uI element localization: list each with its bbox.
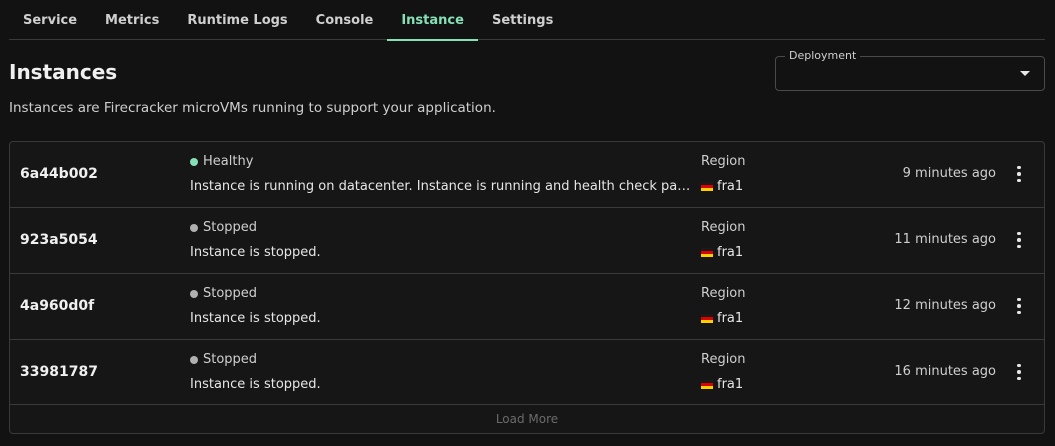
region-code: fra1 (717, 245, 744, 260)
created-time: 11 minutes ago (894, 232, 996, 247)
load-more-button[interactable]: Load More (10, 405, 1044, 433)
region-value: fra1 (701, 377, 743, 392)
tab-bar: Service Metrics Runtime Logs Console Ins… (9, 0, 1045, 41)
instance-id[interactable]: 6a44b002 (20, 166, 98, 182)
status-message: Instance is running on datacenter. Insta… (190, 179, 695, 194)
tab-settings[interactable]: Settings (478, 0, 567, 40)
created-time: 16 minutes ago (894, 364, 996, 379)
region-label: Region (701, 220, 746, 235)
status-badge: Stopped (190, 352, 257, 367)
instance-id[interactable]: 4a960d0f (20, 298, 94, 314)
caret-down-icon (1020, 71, 1030, 76)
status-message: Instance is stopped. (190, 245, 321, 260)
page-title: Instances (9, 60, 118, 84)
status-label: Stopped (203, 352, 258, 367)
status-dot-icon (190, 157, 198, 166)
status-dot-icon (190, 223, 198, 232)
region-label: Region (701, 352, 746, 367)
page-description: Instances are Firecracker microVMs runni… (9, 100, 496, 116)
region-value: fra1 (701, 179, 743, 194)
more-options-icon[interactable] (1012, 296, 1026, 316)
instance-id[interactable]: 923a5054 (20, 232, 98, 248)
instance-id[interactable]: 33981787 (20, 364, 98, 380)
status-dot-icon (190, 289, 198, 298)
status-label: Stopped (203, 286, 258, 301)
status-label: Healthy (203, 154, 254, 169)
region-code: fra1 (717, 377, 744, 392)
created-time: 9 minutes ago (902, 166, 996, 181)
status-dot-icon (190, 355, 198, 364)
table-row: 33981787 Stopped Instance is stopped. Re… (10, 340, 1044, 405)
region-value: fra1 (701, 311, 743, 326)
status-message: Instance is stopped. (190, 377, 321, 392)
region-code: fra1 (717, 179, 744, 194)
table-row: 6a44b002 Healthy Instance is running on … (10, 142, 1044, 208)
deployment-select[interactable]: Deployment (775, 49, 1045, 91)
table-row: 923a5054 Stopped Instance is stopped. Re… (10, 208, 1044, 274)
germany-flag-icon (701, 380, 713, 389)
more-options-icon[interactable] (1012, 362, 1026, 382)
region-code: fra1 (717, 311, 744, 326)
table-row: 4a960d0f Stopped Instance is stopped. Re… (10, 274, 1044, 340)
region-value: fra1 (701, 245, 743, 260)
instances-list: 6a44b002 Healthy Instance is running on … (10, 142, 1044, 405)
status-message: Instance is stopped. (190, 311, 321, 326)
instances-table: 6a44b002 Healthy Instance is running on … (9, 141, 1045, 434)
status-badge: Healthy (190, 154, 253, 169)
status-badge: Stopped (190, 286, 257, 301)
tab-instance[interactable]: Instance (387, 0, 478, 41)
region-label: Region (701, 154, 746, 169)
tab-metrics[interactable]: Metrics (91, 0, 173, 40)
instances-page: Service Metrics Runtime Logs Console Ins… (0, 0, 1055, 446)
tab-service[interactable]: Service (9, 0, 91, 40)
more-options-icon[interactable] (1012, 230, 1026, 250)
more-options-icon[interactable] (1012, 164, 1026, 184)
status-label: Stopped (203, 220, 258, 235)
germany-flag-icon (701, 314, 713, 323)
tab-console[interactable]: Console (302, 0, 388, 40)
germany-flag-icon (701, 248, 713, 257)
tab-runtime-logs[interactable]: Runtime Logs (173, 0, 301, 40)
region-label: Region (701, 286, 746, 301)
germany-flag-icon (701, 182, 713, 191)
deployment-select-label: Deployment (785, 49, 861, 62)
created-time: 12 minutes ago (894, 298, 996, 313)
status-badge: Stopped (190, 220, 257, 235)
